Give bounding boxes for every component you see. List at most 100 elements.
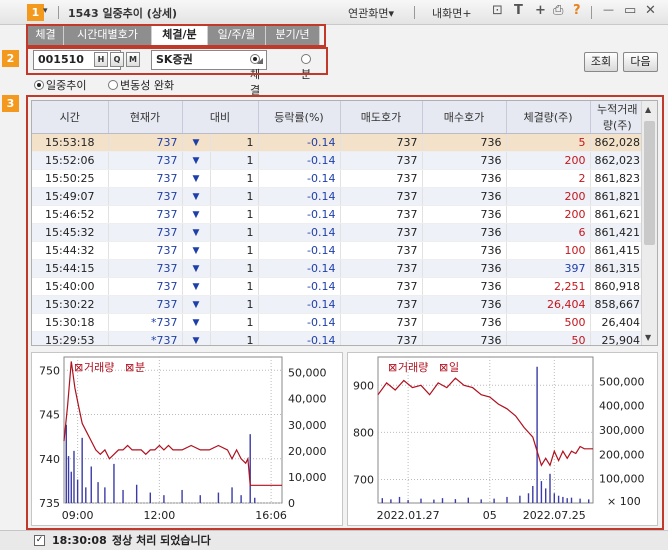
table-row[interactable]: 15:46:52 737 ▼ 1 -0.14 737 736 200 861,621 [32,205,654,224]
query-button[interactable]: 조회 [584,52,618,72]
cell-bid: 736 [422,133,507,152]
table-row[interactable]: 15:44:32 737 ▼ 1 -0.14 737 736 100 861,415 [32,241,654,260]
table-row[interactable]: 15:29:53 *737 ▼ 1 -0.14 737 736 50 25,904 [32,331,654,345]
x-tick-label: 12:00 [144,509,176,522]
close-icon[interactable]: ✕ [645,3,656,18]
cell-rate: -0.14 [258,277,341,296]
table-row[interactable]: 15:30:22 737 ▼ 1 -0.14 737 736 26,404 858,667 [32,295,654,314]
cell-vol: 500 [506,313,591,332]
volume-tick-label: 40,000 [288,393,327,406]
cell-vol: 50 [506,331,591,345]
cell-price: 737 [108,169,183,188]
cell-arrow: ▼ [182,169,211,188]
radio-intraday[interactable]: 일중추이 [34,77,86,93]
scroll-down-icon[interactable]: ▼ [645,333,651,342]
minute-chart[interactable]: 750 745 740 735 50,000 40,000 30,000 20,000 10,0… [31,352,343,526]
column-header[interactable]: 현재가 [108,101,183,134]
x-tick-label: 16:06 [255,509,287,522]
history-button[interactable]: H [94,52,108,67]
text-icon[interactable]: T [514,3,523,18]
cell-diff: 1 [210,241,259,260]
column-header[interactable]: 체결량(주) [506,101,591,134]
cell-rate: -0.14 [258,313,341,332]
status-check-icon[interactable]: ✓ [34,535,45,546]
radio-intraday-dot[interactable] [34,80,44,90]
table-row[interactable]: 15:44:15 737 ▼ 1 -0.14 737 736 397 861,315 [32,259,654,278]
radio-trade-dot[interactable] [250,54,260,64]
maximize-icon[interactable]: ▭ [624,3,636,18]
cell-rate: -0.14 [258,241,341,260]
column-header[interactable]: 매수호가 [422,101,507,134]
trade-grid: 시간 현재가 대비 등락률(%) 매도호가 매수호가 체결량(주) 누적거래량(주) 15:5… [32,101,654,345]
tab-time-quotes[interactable]: 시간대별호가 [64,25,152,45]
section-badge-2: 2 [2,50,19,67]
cell-arrow: ▼ [182,259,211,278]
radio-minute[interactable]: 분 [301,53,313,82]
volume-tick-label: 20,000 [288,445,327,458]
cell-price: 737 [108,223,183,242]
radio-minute-dot[interactable] [301,54,311,64]
table-row[interactable]: 15:45:32 737 ▼ 1 -0.14 737 736 6 861,421 [32,223,654,242]
column-header[interactable]: 대비 [182,101,259,134]
cell-diff: 1 [210,223,259,242]
window-title: 1543 일중추이 (상세) [68,7,178,20]
search-button[interactable]: Q [110,52,124,67]
table-scrollbar[interactable]: ▲ ▼ [641,101,657,345]
cell-cum: 861,421 [590,223,645,242]
minimize-icon[interactable]: — [603,3,614,16]
cell-cum: 862,028 [590,133,645,152]
table-row[interactable]: 15:40:00 737 ▼ 1 -0.14 737 736 2,251 860,918 [32,277,654,296]
radio-volatility-dot[interactable] [108,80,118,90]
print-icon[interactable]: ⎙ [553,3,563,18]
cell-cum: 858,667 [590,295,645,314]
cell-bid: 736 [422,205,507,224]
cell-diff: 1 [210,151,259,170]
cell-time: 15:52:06 [32,151,109,170]
tab-quarter-year[interactable]: 분기/년 [266,25,320,45]
section-badge-1: 1 [27,4,44,21]
status-bar: ✓ 18:30:08 정상 처리 되었습니다 [0,530,668,550]
title-menu-arrow-icon[interactable]: ▾ [43,6,48,16]
cell-ask: 737 [340,223,423,242]
volume-unit-label: × 100 [607,495,641,508]
plus-icon[interactable]: + [535,3,546,18]
table-row[interactable]: 15:30:18 *737 ▼ 1 -0.14 737 736 500 26,404 [32,313,654,332]
table-row[interactable]: 15:53:18 737 ▼ 1 -0.14 737 736 5 862,028 [32,133,654,152]
pin-icon[interactable]: ⊡ [492,3,503,18]
tab-trade-minute[interactable]: 체결/분 [152,25,208,45]
cell-ask: 737 [340,259,423,278]
cell-vol: 100 [506,241,591,260]
cell-vol: 200 [506,205,591,224]
radio-trade[interactable]: 체결 [250,53,262,98]
cell-ask: 737 [340,133,423,152]
daily-chart[interactable]: 900 800 700 500,000 400,000 300,000 200,000 100… [347,352,658,526]
stock-name-label: SK증권 [156,53,193,66]
related-screen-menu[interactable]: 연관화면▾ [348,5,394,21]
legend-volume-marker: ⊠ [74,361,83,374]
memo-button[interactable]: M [126,52,140,67]
cell-time: 15:44:15 [32,259,109,278]
my-screen-menu[interactable]: 내화면+ [432,5,472,21]
table-row[interactable]: 15:52:06 737 ▼ 1 -0.14 737 736 200 862,023 [32,151,654,170]
cell-diff: 1 [210,313,259,332]
cell-arrow: ▼ [182,205,211,224]
scroll-thumb[interactable] [644,121,655,245]
next-button[interactable]: 다음 [623,52,658,72]
table-row[interactable]: 15:50:25 737 ▼ 1 -0.14 737 736 2 861,823 [32,169,654,188]
volume-tick-label: 10,000 [288,471,327,484]
column-header[interactable]: 등락률(%) [258,101,341,134]
cell-cum: 26,404 [590,313,645,332]
column-header[interactable]: 시간 [32,101,109,134]
help-icon[interactable]: ? [573,3,581,18]
cell-diff: 1 [210,259,259,278]
column-header[interactable]: 누적거래량(주) [590,101,645,134]
column-header[interactable]: 매도호가 [340,101,423,134]
cell-vol: 200 [506,151,591,170]
tab-day-week-month[interactable]: 일/주/월 [208,25,266,45]
tab-trade[interactable]: 체결 [28,25,64,45]
cell-cum: 862,023 [590,151,645,170]
table-row[interactable]: 15:49:07 737 ▼ 1 -0.14 737 736 200 861,821 [32,187,654,206]
radio-volatility[interactable]: 변동성 완화 [108,77,174,93]
scroll-up-icon[interactable]: ▲ [645,105,651,114]
price-tick-label: 700 [353,473,374,486]
